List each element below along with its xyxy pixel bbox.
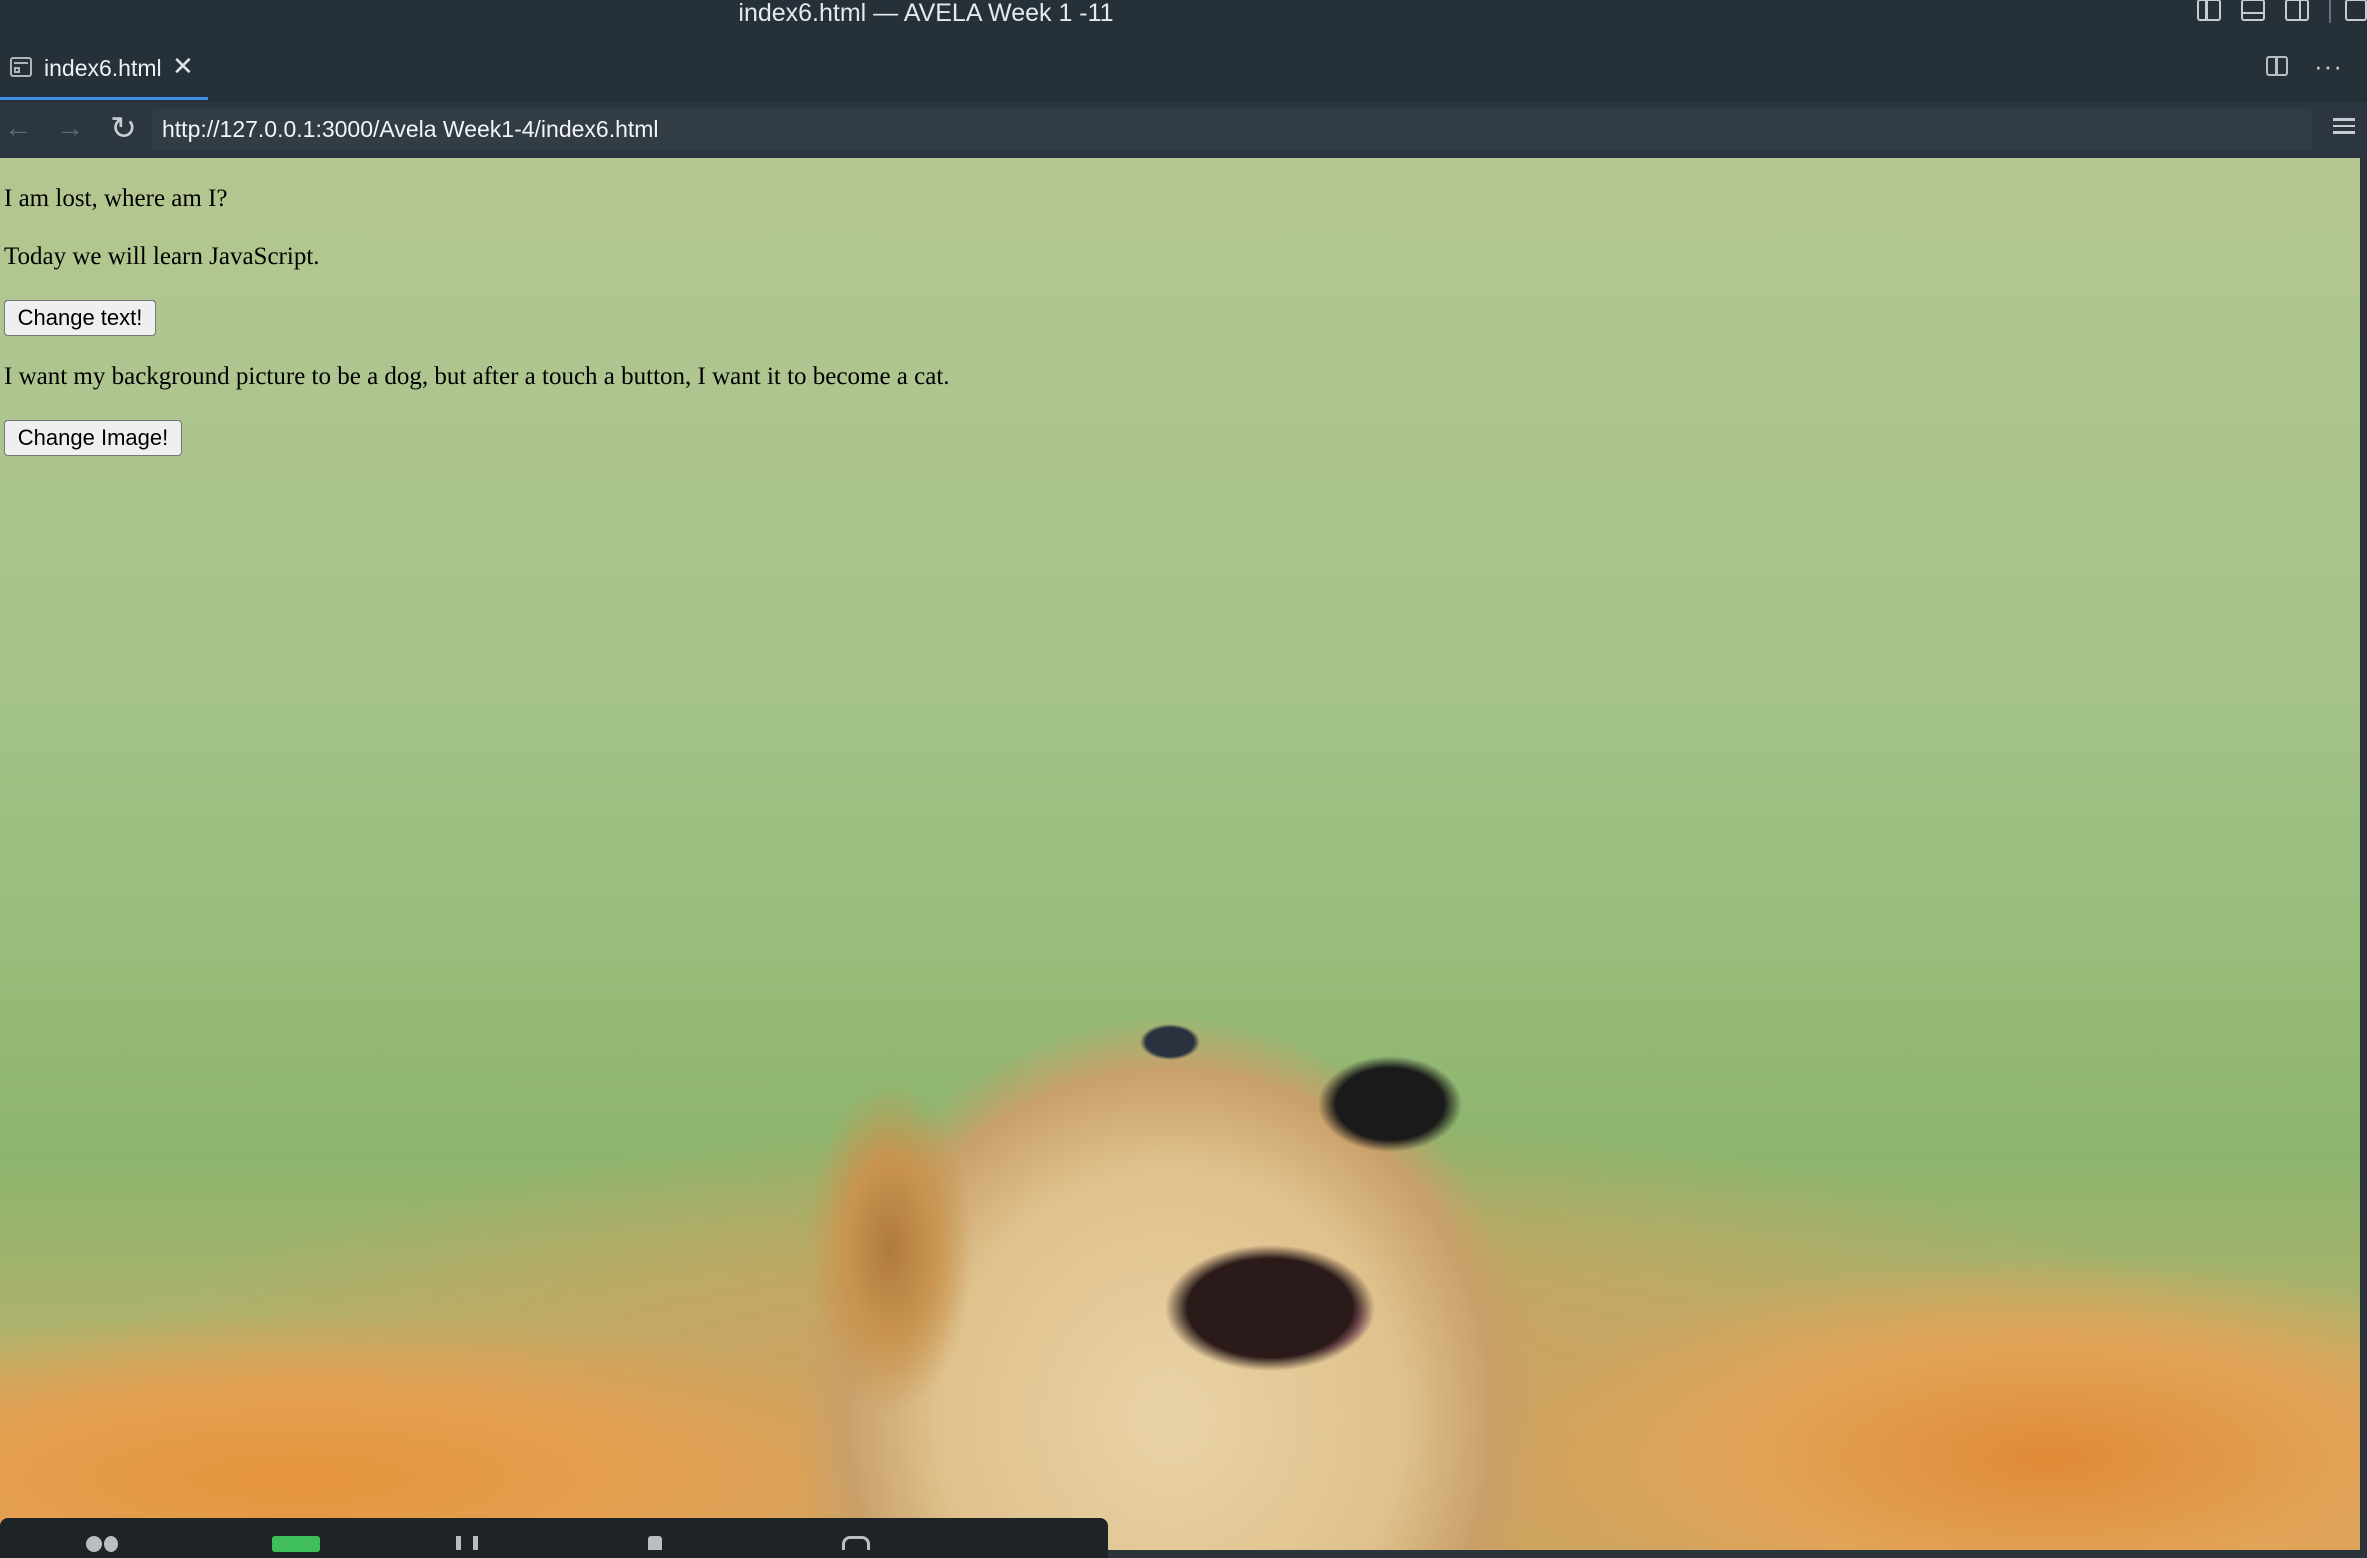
toggle-primary-sidebar-icon[interactable]: [2197, 0, 2221, 21]
page-viewport: I am lost, where am I? Today we will lea…: [0, 158, 2360, 1550]
tab-bar: index6.html ✕ ···: [0, 34, 2367, 102]
forward-icon[interactable]: →: [56, 110, 84, 146]
menu-line: [2333, 131, 2355, 134]
participants-icon[interactable]: [86, 1536, 126, 1552]
split-editor-icon[interactable]: [2266, 56, 2289, 76]
menu-line: [2333, 118, 2355, 121]
change-text-button[interactable]: Change text!: [4, 300, 156, 336]
window-title: index6.html — AVELA Week 1 -11: [738, 0, 1114, 27]
toggle-secondary-sidebar-icon[interactable]: [2285, 0, 2309, 21]
reload-icon[interactable]: ↻: [110, 110, 137, 146]
customize-layout-icon[interactable]: [2345, 0, 2367, 21]
toggle-panel-icon[interactable]: [2241, 0, 2265, 21]
browser-nav-bar: ← → ↻ http://127.0.0.1:3000/Avela Week1-…: [0, 102, 2367, 158]
pause-icon[interactable]: [456, 1536, 478, 1550]
back-icon[interactable]: ←: [4, 110, 32, 146]
tab-actions: ···: [2266, 53, 2343, 79]
apps-icon[interactable]: [842, 1536, 870, 1550]
url-input[interactable]: http://127.0.0.1:3000/Avela Week1-4/inde…: [152, 108, 2312, 150]
layout-controls: [2197, 0, 2367, 26]
paragraph-learn: Today we will learn JavaScript.: [4, 243, 320, 270]
change-image-button[interactable]: Change Image!: [4, 420, 182, 456]
paragraph-lost: I am lost, where am I?: [4, 185, 228, 212]
paragraph-background: I want my background picture to be a dog…: [4, 363, 950, 390]
tab-label: index6.html: [44, 55, 162, 81]
divider: [2329, 0, 2331, 23]
alert-icon[interactable]: [648, 1536, 662, 1550]
meeting-toolbar: [0, 1518, 1108, 1558]
title-bar: index6.html — AVELA Week 1 -11: [0, 0, 2367, 34]
menu-icon[interactable]: [2333, 118, 2355, 138]
tab-index6[interactable]: index6.html ✕: [0, 48, 208, 100]
more-actions-icon[interactable]: ···: [2314, 53, 2343, 79]
menu-line: [2333, 124, 2355, 127]
preview-icon: [10, 57, 32, 77]
close-icon[interactable]: ✕: [172, 50, 194, 82]
